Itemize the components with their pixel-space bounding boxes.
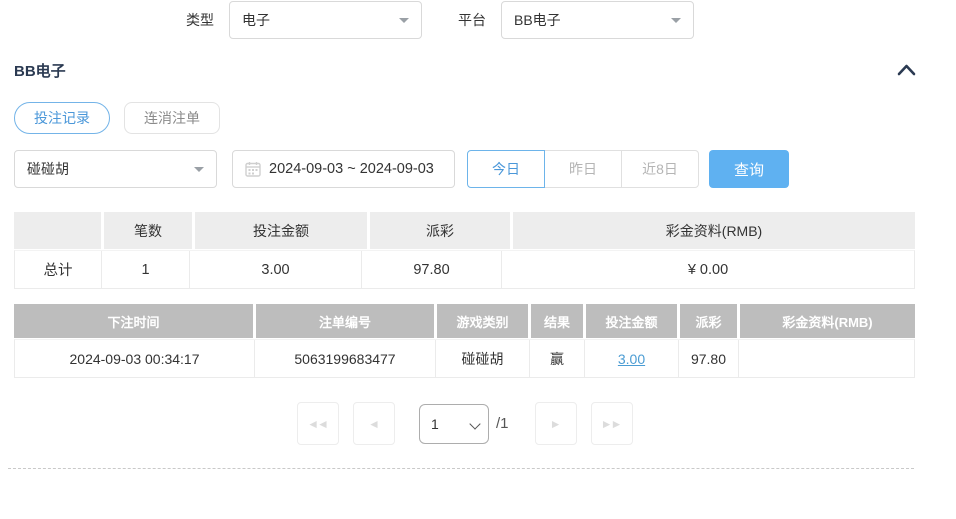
query-bar: 碰碰胡 2024-09-03 ~ 2024-09-03 [14, 149, 789, 189]
game-select-value: 碰碰胡 [27, 159, 69, 179]
dashed-divider [8, 468, 914, 469]
detail-header-order-no: 注单编号 [256, 304, 434, 338]
next-page-icon: ► [550, 417, 560, 431]
quick-range-yesterday[interactable]: 昨日 [544, 150, 622, 188]
search-button[interactable]: 查询 [709, 150, 789, 188]
type-select-value: 电子 [242, 10, 270, 30]
summary-table-header: 笔数 投注金额 派彩 彩金资料(RMB) [14, 212, 915, 249]
prev-page-button[interactable]: ◄ [353, 402, 395, 445]
detail-header-payout: 派彩 [680, 304, 737, 338]
summary-header-payout: 派彩 [370, 212, 510, 249]
summary-total-payout: 97.80 [362, 251, 502, 288]
prev-page-icon: ◄ [368, 417, 378, 431]
row-bet-time: 2024-09-03 00:34:17 [15, 340, 255, 377]
detail-header-game-type: 游戏类别 [437, 304, 528, 338]
summary-header-bonus: 彩金资料(RMB) [513, 212, 915, 249]
quick-range-group: 今日 昨日 近8日 [467, 150, 699, 188]
bet-amount-link[interactable]: 3.00 [618, 351, 645, 367]
table-row: 2024-09-03 00:34:17 5063199683477 碰碰胡 赢 … [14, 339, 915, 378]
date-range-value: 2024-09-03 ~ 2024-09-03 [269, 161, 434, 177]
next-page-button[interactable]: ► [535, 402, 577, 445]
row-game-type: 碰碰胡 [436, 340, 530, 377]
summary-header-empty [14, 212, 101, 249]
game-select[interactable]: 碰碰胡 [14, 150, 217, 188]
summary-header-bet-amount: 投注金额 [195, 212, 367, 249]
summary-table: 笔数 投注金额 派彩 彩金资料(RMB) 总计 1 3.00 97.80 ¥ 0… [14, 212, 915, 289]
pagination: ◄◄ ◄ 1 /1 ► ►► [297, 402, 647, 445]
row-bet-amount-cell: 3.00 [585, 340, 679, 377]
summary-total-count: 1 [102, 251, 190, 288]
page: 类型 电子 平台 BB电子 BB电子 投注记录 连消注单 碰碰胡 [0, 0, 956, 519]
quick-range-yesterday-label: 昨日 [569, 159, 597, 179]
page-title: BB电子 [14, 60, 66, 81]
quick-range-today[interactable]: 今日 [467, 150, 545, 188]
last-page-icon: ►► [601, 417, 621, 431]
first-page-button[interactable]: ◄◄ [297, 402, 339, 445]
collapse-button[interactable] [897, 63, 916, 77]
section-header: BB电子 [14, 58, 916, 82]
detail-table-header: 下注时间 注单编号 游戏类别 结果 投注金额 派彩 彩金资料(RMB) [14, 304, 915, 338]
platform-label: 平台 [458, 10, 486, 30]
tab-bet-records-label: 投注记录 [34, 108, 90, 128]
summary-total-bet-amount: 3.00 [190, 251, 362, 288]
tab-bar: 投注记录 连消注单 [14, 102, 220, 134]
detail-header-bet-time: 下注时间 [14, 304, 253, 338]
tab-bet-records[interactable]: 投注记录 [14, 102, 110, 134]
page-select[interactable]: 1 [419, 404, 489, 444]
platform-select-value: BB电子 [514, 10, 561, 30]
chevron-down-icon [671, 18, 681, 23]
row-order-no: 5063199683477 [255, 340, 436, 377]
summary-total-label: 总计 [15, 251, 102, 288]
tab-cancel-orders-label: 连消注单 [144, 108, 200, 128]
type-select[interactable]: 电子 [229, 1, 422, 39]
detail-header-bet-amount: 投注金额 [586, 304, 677, 338]
platform-select[interactable]: BB电子 [501, 1, 694, 39]
calendar-icon [245, 161, 261, 177]
chevron-down-icon [399, 18, 409, 23]
tab-cancel-orders[interactable]: 连消注单 [124, 102, 220, 134]
row-result: 赢 [530, 340, 585, 377]
detail-header-bonus: 彩金资料(RMB) [740, 304, 915, 338]
detail-table: 下注时间 注单编号 游戏类别 结果 投注金额 派彩 彩金资料(RMB) 2024… [14, 304, 915, 378]
type-label: 类型 [186, 10, 214, 30]
chevron-down-icon [194, 167, 204, 172]
detail-header-result: 结果 [531, 304, 583, 338]
chevron-up-icon [897, 63, 916, 77]
summary-total-bonus: ¥ 0.00 [502, 251, 914, 288]
quick-range-last8days-label: 近8日 [642, 159, 678, 179]
quick-range-last8days[interactable]: 近8日 [621, 150, 699, 188]
row-payout: 97.80 [679, 340, 739, 377]
quick-range-today-label: 今日 [492, 159, 520, 179]
last-page-button[interactable]: ►► [591, 402, 633, 445]
first-page-icon: ◄◄ [307, 417, 327, 431]
total-pages-label: /1 [496, 415, 509, 432]
chevron-down-icon [469, 418, 480, 429]
top-filter-bar: 类型 电子 平台 BB电子 [186, 0, 694, 40]
date-range-picker[interactable]: 2024-09-03 ~ 2024-09-03 [232, 150, 455, 188]
page-select-value: 1 [431, 416, 439, 432]
summary-header-count: 笔数 [104, 212, 192, 249]
summary-total-row: 总计 1 3.00 97.80 ¥ 0.00 [14, 250, 915, 289]
row-bonus [739, 340, 914, 377]
